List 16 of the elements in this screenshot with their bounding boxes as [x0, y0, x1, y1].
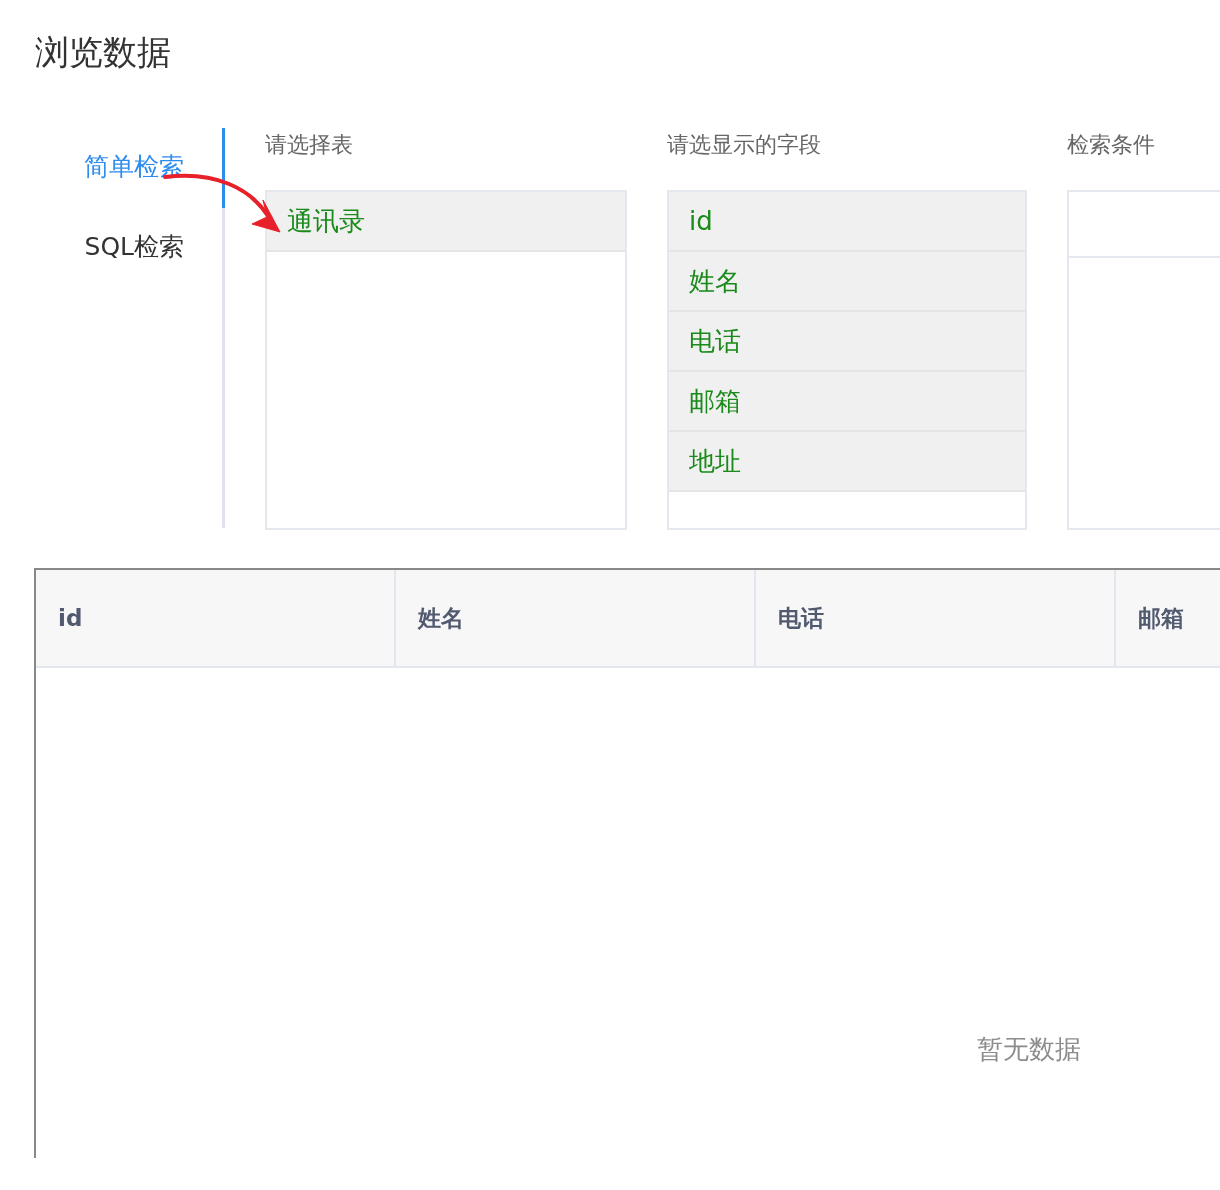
tab[interactable]: SQL检索	[0, 208, 225, 288]
panel-label: 检索条件	[1067, 131, 1156, 159]
list-item[interactable]: 电话	[669, 312, 1025, 372]
list-item[interactable]: 邮箱	[669, 372, 1025, 432]
list-item[interactable]: 姓名	[669, 252, 1025, 312]
page-title: 浏览数据	[34, 31, 172, 74]
panel-label: 请选显示的字段	[667, 131, 822, 159]
panel-label: 请选择表	[265, 131, 354, 159]
column-header: 邮箱	[1137, 604, 1185, 633]
column-header: id	[36, 570, 396, 666]
column-header: 姓名	[396, 570, 756, 666]
list-item[interactable]: id	[669, 192, 1025, 252]
column-header: 电话	[756, 570, 1116, 666]
list-item[interactable]: 通讯录	[267, 192, 625, 252]
list-item[interactable]: 地址	[669, 432, 1025, 492]
empty-message: 暂无数据	[977, 1033, 1081, 1066]
